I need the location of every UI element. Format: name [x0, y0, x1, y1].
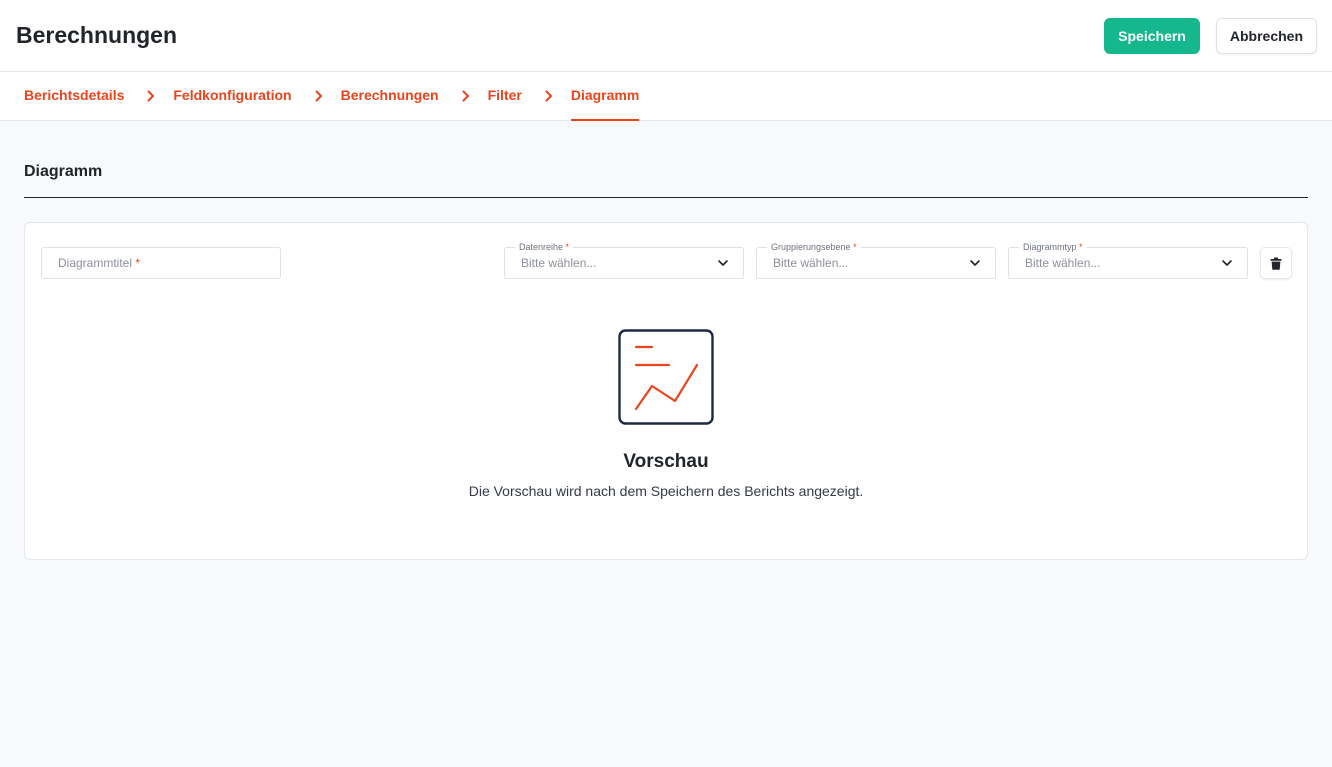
chevron-right-icon: [146, 90, 156, 102]
required-mark: *: [853, 242, 857, 252]
chart-preview-icon: [618, 329, 714, 425]
step-diagramm[interactable]: Diagramm: [570, 72, 640, 121]
required-mark: *: [135, 256, 141, 270]
chevron-down-icon: [970, 260, 980, 266]
chart-config-card: Diagrammtitel * Datenreihe * Bitte wähle…: [24, 222, 1308, 560]
chevron-right-icon: [544, 90, 554, 102]
preview-description: Die Vorschau wird nach dem Speichern des…: [468, 483, 864, 499]
grouping-level-select[interactable]: Gruppierungsebene * Bitte wählen...: [756, 241, 996, 279]
trash-icon: [1270, 257, 1282, 270]
chart-title-placeholder: Diagrammtitel *: [58, 256, 141, 270]
grouping-level-label: Gruppierungsebene *: [767, 241, 861, 253]
preview-title: Vorschau: [623, 451, 709, 472]
chevron-right-icon: [461, 90, 471, 102]
cancel-button[interactable]: Abbrechen: [1215, 17, 1317, 54]
section-title: Diagramm: [24, 163, 103, 180]
data-series-value: Bitte wählen...: [521, 256, 597, 270]
required-mark: *: [1079, 242, 1083, 252]
top-bar: Berechnungen Speichern Abbrechen: [0, 0, 1332, 72]
data-series-select[interactable]: Datenreihe * Bitte wählen...: [504, 241, 744, 279]
header-actions: Speichern Abbrechen: [1104, 17, 1317, 54]
page-title: Berechnungen: [16, 22, 178, 48]
chevron-down-icon: [718, 260, 728, 266]
preview-placeholder: Vorschau Die Vorschau wird nach dem Spei…: [25, 329, 1307, 499]
step-berichtsdetails[interactable]: Berichtsdetails: [24, 72, 124, 121]
section-header: Diagramm: [24, 121, 1308, 198]
step-feldkonfiguration[interactable]: Feldkonfiguration: [173, 72, 291, 121]
chart-title-input[interactable]: Diagrammtitel *: [41, 247, 281, 279]
delete-button[interactable]: [1260, 247, 1292, 279]
wizard-steps: Berichtsdetails Feldkonfiguration Berech…: [0, 72, 1332, 121]
chevron-down-icon: [1222, 260, 1232, 266]
chart-type-value: Bitte wählen...: [1025, 256, 1101, 270]
step-berechnungen[interactable]: Berechnungen: [341, 72, 439, 121]
required-mark: *: [565, 242, 570, 252]
chart-type-label: Diagrammtyp *: [1019, 241, 1087, 253]
chart-type-select[interactable]: Diagrammtyp * Bitte wählen...: [1008, 241, 1248, 279]
main-content: Diagramm Diagrammtitel * Datenreihe * Bi…: [0, 121, 1332, 560]
step-filter[interactable]: Filter: [488, 72, 522, 121]
save-button[interactable]: Speichern: [1104, 17, 1200, 54]
grouping-level-value: Bitte wählen...: [773, 256, 849, 270]
data-series-label: Datenreihe *: [515, 241, 574, 253]
chevron-right-icon: [314, 90, 324, 102]
